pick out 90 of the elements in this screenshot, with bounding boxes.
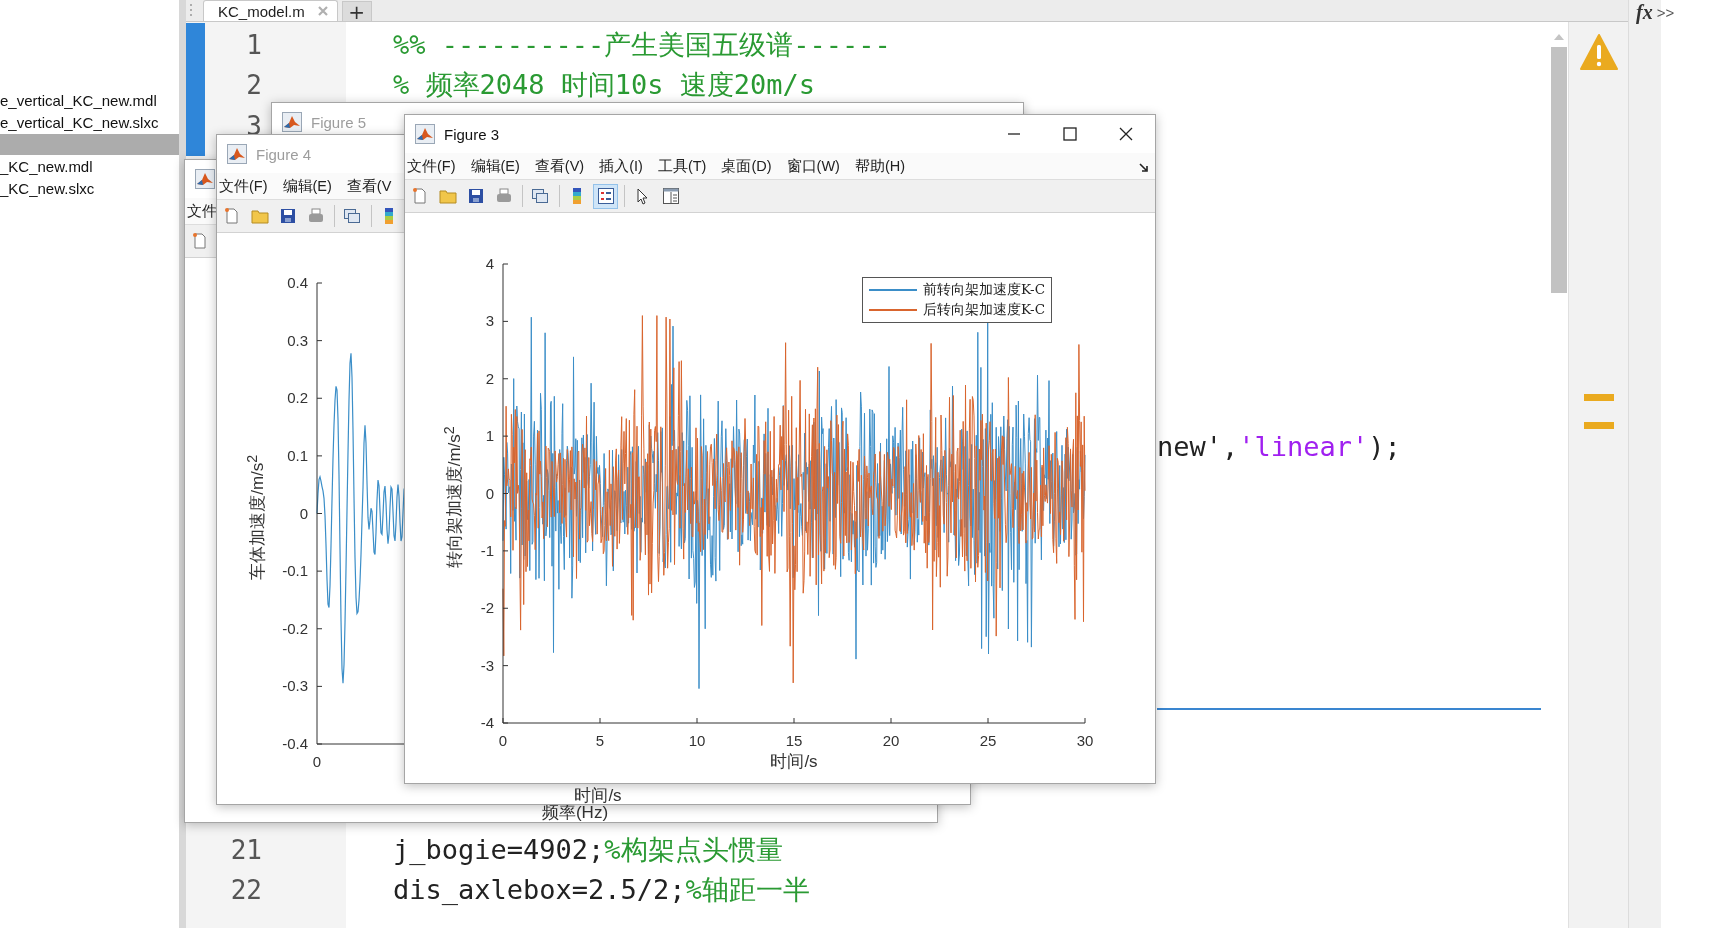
tick-label: 10 [687,732,707,750]
menu-item[interactable]: 文件 [187,201,217,221]
tick-label: -0.1 [281,562,308,581]
editor-tab[interactable]: KC_model.m [203,0,338,21]
menu-item[interactable]: 桌面(D) [721,156,772,176]
tick-label: 4 [484,255,494,273]
tick-label: 5 [594,732,606,750]
tick-label: 0.4 [286,274,308,292]
close-icon[interactable] [1119,127,1133,141]
menu-item[interactable]: 编辑(E) [282,176,332,196]
tick-label: -0.2 [281,619,308,638]
tick-label: 3 [484,312,494,331]
warning-marker[interactable] [1584,394,1614,401]
file-item[interactable]: _KC_new.slxc [0,178,179,200]
save-icon [466,187,485,205]
new-tab-button[interactable]: + [341,1,372,21]
legend-label: 前转向架加速度K-C [923,281,1045,299]
tick-label: -4 [479,714,494,732]
folder-icon [438,187,457,205]
peak-icon [195,169,215,189]
warning-icon[interactable] [1580,33,1618,71]
menu-item[interactable]: 文件(F) [219,176,268,196]
menu-item[interactable]: 帮助(H) [854,156,906,176]
code-line: new','linear'); [1157,430,1401,464]
line-number: 22 [229,874,262,905]
tick-label: -3 [479,656,494,675]
file-item[interactable]: e_vertical_KC_new.slxc [0,112,179,134]
scroll-up-icon[interactable] [1554,34,1564,40]
tick-label: 0.3 [286,331,308,350]
menu-item[interactable]: 查看(V [346,176,392,196]
file-item[interactable]: _KC_new.mdl [0,156,179,178]
more-arrows[interactable]: >> [1656,3,1675,21]
stacked-windows-icon [531,187,549,205]
tick-label: -2 [479,599,494,618]
menu-item[interactable]: 文件(F) [407,156,456,176]
peak-icon [227,144,247,164]
panel-icon [661,187,680,205]
maximize-icon[interactable] [1063,127,1077,141]
tick-label: -0.3 [281,677,308,696]
menu-item[interactable]: 工具(T) [657,156,707,176]
window-title: Figure 5 [311,113,367,131]
peak-icon [415,124,435,144]
window-title: Figure 3 [444,125,500,143]
tick-label: 2 [484,369,494,388]
window-title: Figure 4 [256,145,312,163]
legend-label: 后转向架加速度K-C [923,301,1045,319]
toolbar-button[interactable] [593,183,618,209]
warning-marker[interactable] [1584,422,1614,429]
tick-label: 20 [881,732,901,750]
axis-label: 时间/s [769,753,819,771]
printer-icon [306,207,325,225]
save-icon [278,207,297,225]
menu-item[interactable]: 查看(V) [534,156,585,176]
grip-icon [189,3,193,17]
line-number: 2 [245,70,262,101]
menu-item[interactable]: 插入(I) [599,156,643,176]
file-item[interactable]: e_vertical_KC_new.mdl [0,90,179,112]
new-file-icon [222,207,241,225]
new-file-icon [410,187,429,205]
tick-label: 25 [978,732,998,750]
scroll-thumb[interactable] [1551,47,1567,293]
new-file-icon [190,232,209,250]
tick-label: 0.2 [286,389,308,408]
tick-label: 1 [484,427,494,446]
function-symbol[interactable]: fx [1636,0,1653,24]
tick-label: 0 [311,753,323,771]
printer-icon [494,187,513,205]
tick-label: -0.4 [281,735,308,753]
tick-label: 0 [497,732,509,750]
code-line: j_bogie=4902;%构架点头惯量 [393,832,783,867]
code-line: % 频率2048 时间10s 速度20m/s [393,68,816,103]
tick-label: 30 [1075,732,1095,750]
tick-label: -1 [479,541,494,560]
dock-arrow-icon[interactable] [1139,163,1149,173]
tick-label: 0 [298,504,308,523]
tick-label: 0.1 [286,446,308,465]
code-line: %% ----------产生美国五级谱------ [393,28,891,63]
menu-item[interactable]: 编辑(E) [470,156,520,176]
stacked-windows-icon [343,207,361,225]
tick-label: 15 [784,732,804,750]
axis-label: 频率(Hz) [540,804,610,822]
menu-item[interactable]: 窗口(W) [786,156,840,176]
code-line: dis_axlebox=2.5/2;%轴距一半 [393,872,810,907]
peak-icon [282,112,302,132]
tab-title: KC_model.m [218,2,305,20]
axis-label: 时间/s [573,787,623,804]
tick-label: 0 [484,484,494,503]
legend-icon [596,187,615,205]
line-number: 21 [229,834,262,865]
line-number: 1 [245,30,262,61]
